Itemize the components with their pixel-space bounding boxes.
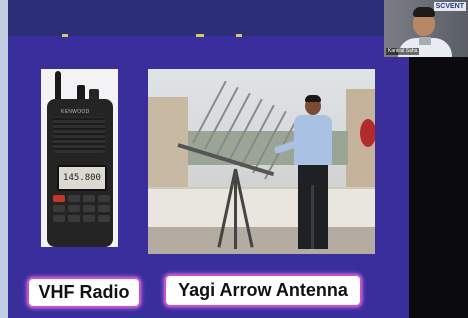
radio-speaker-grill [53, 117, 105, 153]
radio-key [68, 215, 80, 222]
radio-key [98, 205, 110, 212]
participant-name-label: Kantilal Saha [386, 48, 420, 55]
participant-hair [413, 7, 435, 17]
radio-lcd-display: 145.800 [57, 165, 107, 191]
radio-key [68, 195, 80, 202]
participant-collar [419, 37, 431, 45]
vhf-radio-caption: VHF Radio [27, 277, 141, 308]
person-hair [305, 95, 321, 102]
radio-key [83, 205, 95, 212]
person-trousers [298, 165, 328, 249]
top-bar-mark [236, 34, 242, 37]
photo-terrace-floor [148, 227, 375, 254]
window-left-edge [0, 0, 8, 318]
presentation-slide: KENWOOD 145.800 VHF Radio Yagi Arrow Ant… [0, 0, 409, 318]
radio-key [53, 195, 65, 202]
participant-video-tile[interactable]: SCVENT Kantilal Saha [384, 0, 468, 57]
radio-key [98, 195, 110, 202]
radio-key [98, 215, 110, 222]
radio-keypad [53, 195, 110, 222]
radio-key [83, 215, 95, 222]
radio-key [83, 195, 95, 202]
photo-red-disc [360, 119, 375, 147]
video-logo: SCVENT [433, 2, 466, 11]
top-bar-mark [62, 34, 68, 37]
radio-key [53, 205, 65, 212]
photo-terrace-wall [148, 187, 375, 229]
top-bar-mark [196, 34, 204, 37]
radio-brand: KENWOOD [61, 109, 90, 115]
yagi-antenna-caption: Yagi Arrow Antenna [164, 274, 362, 307]
slide-top-bar [0, 0, 409, 37]
yagi-antenna-photo [148, 69, 375, 254]
radio-antenna [55, 71, 61, 101]
radio-key [53, 215, 65, 222]
vhf-radio-photo: KENWOOD 145.800 [41, 69, 118, 247]
radio-key [68, 205, 80, 212]
